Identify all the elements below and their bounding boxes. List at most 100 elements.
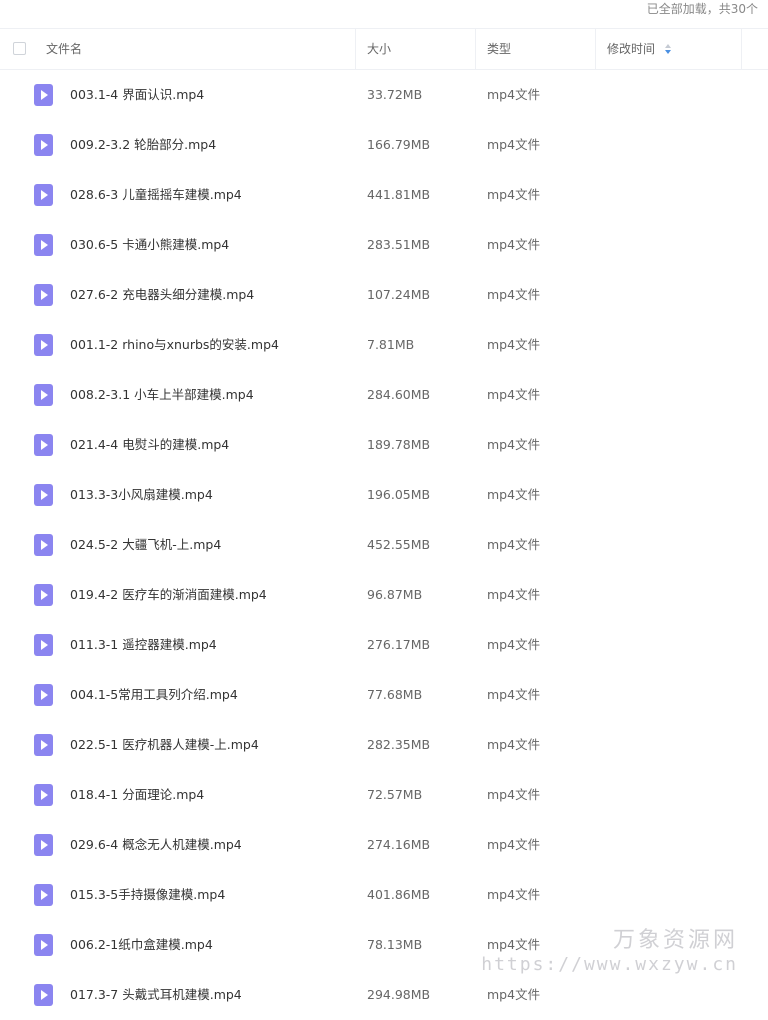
file-size: 284.60MB [367,387,431,402]
video-file-icon [34,684,53,706]
file-type: mp4文件 [487,887,541,902]
file-size: 401.86MB [367,887,431,902]
video-file-icon [34,934,53,956]
video-file-icon [34,384,53,406]
video-file-icon [34,734,53,756]
file-size: 78.13MB [367,937,423,952]
file-size: 33.72MB [367,87,423,102]
file-row[interactable]: 024.5-2 大疆飞机-上.mp4 452.55MB mp4文件 [0,520,768,570]
file-row[interactable]: 018.4-1 分面理论.mp4 72.57MB mp4文件 [0,770,768,820]
file-type: mp4文件 [487,487,541,502]
file-row[interactable]: 030.6-5 卡通小熊建模.mp4 283.51MB mp4文件 [0,220,768,270]
file-type: mp4文件 [487,637,541,652]
table-header: 文件名 大小 类型 修改时间 [0,28,768,70]
file-type: mp4文件 [487,737,541,752]
file-row[interactable]: 004.1-5常用工具列介绍.mp4 77.68MB mp4文件 [0,670,768,720]
column-header-name[interactable]: 文件名 [46,29,356,69]
file-row[interactable]: 021.4-4 电熨斗的建模.mp4 189.78MB mp4文件 [0,420,768,470]
file-type: mp4文件 [487,87,541,102]
file-size: 441.81MB [367,187,431,202]
file-type: mp4文件 [487,937,541,952]
file-type: mp4文件 [487,437,541,452]
file-row[interactable]: 009.2-3.2 轮胎部分.mp4 166.79MB mp4文件 [0,120,768,170]
file-name[interactable]: 019.4-2 医疗车的渐消面建模.mp4 [70,570,267,620]
file-type: mp4文件 [487,537,541,552]
file-size: 276.17MB [367,637,431,652]
file-type: mp4文件 [487,787,541,802]
file-row[interactable]: 028.6-3 儿童摇摇车建模.mp4 441.81MB mp4文件 [0,170,768,220]
video-file-icon [34,984,53,1006]
file-size: 166.79MB [367,137,431,152]
file-size: 189.78MB [367,437,431,452]
file-name[interactable]: 021.4-4 电熨斗的建模.mp4 [70,420,229,470]
load-status: 已全部加载，共30个 [646,2,758,16]
file-row[interactable]: 008.2-3.1 小车上半部建模.mp4 284.60MB mp4文件 [0,370,768,420]
file-row[interactable]: 015.3-5手持摄像建模.mp4 401.86MB mp4文件 [0,870,768,920]
video-file-icon [34,334,53,356]
file-type: mp4文件 [487,837,541,852]
file-name[interactable]: 011.3-1 遥控器建模.mp4 [70,620,217,670]
file-name[interactable]: 017.3-7 头戴式耳机建模.mp4 [70,970,242,1020]
file-name[interactable]: 029.6-4 概念无人机建模.mp4 [70,820,242,870]
video-file-icon [34,784,53,806]
file-size: 452.55MB [367,537,431,552]
file-row[interactable]: 013.3-3小风扇建模.mp4 196.05MB mp4文件 [0,470,768,520]
column-header-modified[interactable]: 修改时间 [596,29,742,69]
file-size: 274.16MB [367,837,431,852]
video-file-icon [34,184,53,206]
file-name[interactable]: 018.4-1 分面理论.mp4 [70,770,204,820]
file-row[interactable]: 001.1-2 rhino与xnurbs的安装.mp4 7.81MB mp4文件 [0,320,768,370]
video-file-icon [34,834,53,856]
file-name[interactable]: 006.2-1纸巾盒建模.mp4 [70,920,213,970]
file-size: 7.81MB [367,337,415,352]
file-size: 96.87MB [367,587,423,602]
file-type: mp4文件 [487,337,541,352]
file-size: 294.98MB [367,987,431,1002]
sort-icon[interactable] [664,44,671,54]
file-row[interactable]: 006.2-1纸巾盒建模.mp4 78.13MB mp4文件 [0,920,768,970]
file-type: mp4文件 [487,287,541,302]
file-size: 77.68MB [367,687,423,702]
file-row[interactable]: 019.4-2 医疗车的渐消面建模.mp4 96.87MB mp4文件 [0,570,768,620]
file-type: mp4文件 [487,387,541,402]
file-name[interactable]: 022.5-1 医疗机器人建模-上.mp4 [70,720,259,770]
file-size: 107.24MB [367,287,431,302]
file-type: mp4文件 [487,587,541,602]
file-row[interactable]: 017.3-7 头戴式耳机建模.mp4 294.98MB mp4文件 [0,970,768,1020]
column-header-size[interactable]: 大小 [356,29,476,69]
file-name[interactable]: 028.6-3 儿童摇摇车建模.mp4 [70,170,242,220]
file-name[interactable]: 008.2-3.1 小车上半部建模.mp4 [70,370,254,420]
file-row[interactable]: 022.5-1 医疗机器人建模-上.mp4 282.35MB mp4文件 [0,720,768,770]
file-type: mp4文件 [487,687,541,702]
file-name[interactable]: 030.6-5 卡通小熊建模.mp4 [70,220,229,270]
file-type: mp4文件 [487,137,541,152]
file-name[interactable]: 024.5-2 大疆飞机-上.mp4 [70,520,221,570]
file-name[interactable]: 004.1-5常用工具列介绍.mp4 [70,670,238,720]
file-row[interactable]: 011.3-1 遥控器建模.mp4 276.17MB mp4文件 [0,620,768,670]
column-header-modified-label: 修改时间 [607,42,656,56]
file-name[interactable]: 001.1-2 rhino与xnurbs的安装.mp4 [70,320,279,370]
video-file-icon [34,634,53,656]
column-header-type[interactable]: 类型 [476,29,596,69]
video-file-icon [34,234,53,256]
video-file-icon [34,484,53,506]
file-name[interactable]: 009.2-3.2 轮胎部分.mp4 [70,120,216,170]
file-row[interactable]: 003.1-4 界面认识.mp4 33.72MB mp4文件 [0,70,768,120]
video-file-icon [34,584,53,606]
file-name[interactable]: 013.3-3小风扇建模.mp4 [70,470,213,520]
file-type: mp4文件 [487,237,541,252]
file-size: 282.35MB [367,737,431,752]
file-type: mp4文件 [487,187,541,202]
file-row[interactable]: 029.6-4 概念无人机建模.mp4 274.16MB mp4文件 [0,820,768,870]
file-type: mp4文件 [487,987,541,1002]
video-file-icon [34,134,53,156]
file-size: 283.51MB [367,237,431,252]
file-name[interactable]: 027.6-2 充电器头细分建模.mp4 [70,270,254,320]
file-name[interactable]: 003.1-4 界面认识.mp4 [70,70,204,120]
select-all-checkbox[interactable] [13,42,26,55]
file-name[interactable]: 015.3-5手持摄像建模.mp4 [70,870,225,920]
video-file-icon [34,884,53,906]
video-file-icon [34,84,53,106]
file-row[interactable]: 027.6-2 充电器头细分建模.mp4 107.24MB mp4文件 [0,270,768,320]
video-file-icon [34,284,53,306]
